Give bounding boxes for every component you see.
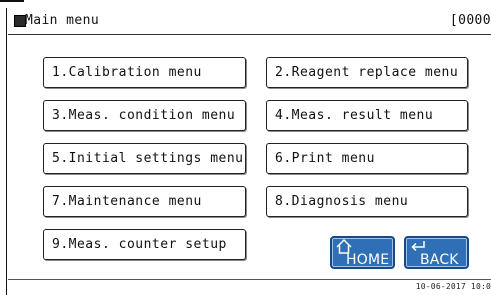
back-label: BACK	[420, 252, 459, 268]
left-border	[6, 8, 7, 295]
footer-divider	[8, 279, 491, 280]
reagent-replace-menu-label: 2.Reagent replace menu	[275, 65, 459, 80]
datetime-readout: 10-06-2017 10:0	[415, 282, 491, 291]
calibration-menu-label: 1.Calibration menu	[52, 65, 202, 80]
initial-settings-menu-label: 5.Initial settings menu	[52, 151, 244, 166]
meas-result-menu-label: 4.Meas. result menu	[275, 108, 434, 123]
reagent-replace-menu-button[interactable]: 2.Reagent replace menu	[266, 57, 468, 88]
corner-mark	[0, 0, 24, 7]
meas-condition-menu-button[interactable]: 3.Meas. condition menu	[43, 100, 246, 131]
maintenance-menu-button[interactable]: 7.Maintenance menu	[43, 186, 246, 217]
meas-result-menu-button[interactable]: 4.Meas. result menu	[266, 100, 468, 131]
maintenance-menu-label: 7.Maintenance menu	[52, 194, 202, 209]
screen-frame: Main menu [0000 1.Calibration menu 2.Rea…	[0, 0, 491, 295]
diagnosis-menu-label: 8.Diagnosis menu	[275, 194, 409, 209]
print-menu-button[interactable]: 6.Print menu	[266, 143, 468, 174]
back-button[interactable]: BACK	[404, 236, 469, 269]
meas-counter-setup-label: 9.Meas. counter setup	[52, 237, 227, 252]
print-menu-label: 6.Print menu	[275, 151, 375, 166]
screen-code: [0000	[449, 13, 491, 28]
header-divider	[8, 34, 491, 35]
meas-counter-setup-button[interactable]: 9.Meas. counter setup	[43, 229, 246, 260]
page-title: Main menu	[25, 13, 100, 28]
home-label: HOME	[346, 252, 390, 268]
calibration-menu-button[interactable]: 1.Calibration menu	[43, 57, 246, 88]
meas-condition-menu-label: 3.Meas. condition menu	[52, 108, 236, 123]
title-bar: Main menu [0000	[8, 12, 491, 34]
diagnosis-menu-button[interactable]: 8.Diagnosis menu	[266, 186, 468, 217]
initial-settings-menu-button[interactable]: 5.Initial settings menu	[43, 143, 246, 174]
home-button[interactable]: HOME	[330, 236, 395, 269]
